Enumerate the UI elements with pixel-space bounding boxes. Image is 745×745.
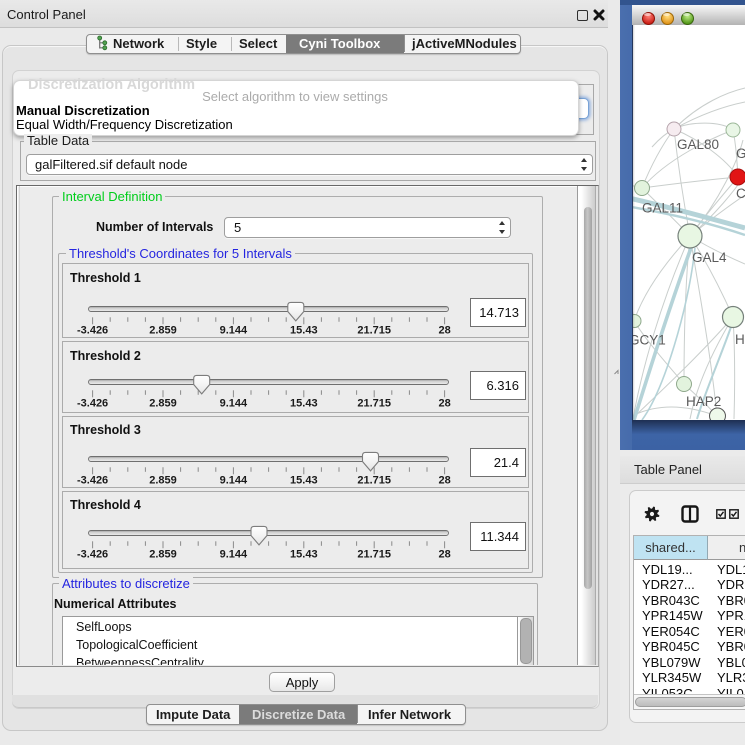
svg-text:2.859: 2.859 [149, 474, 177, 486]
svg-text:2.859: 2.859 [149, 324, 177, 336]
svg-text:2.859: 2.859 [149, 398, 177, 410]
svg-text:GAL80: GAL80 [677, 137, 719, 152]
svg-text:9.144: 9.144 [220, 324, 248, 336]
svg-text:21.715: 21.715 [357, 548, 391, 560]
svg-text:28: 28 [438, 324, 450, 336]
svg-text:HAP2: HAP2 [686, 394, 721, 409]
svg-text:GAL11: GAL11 [642, 201, 683, 216]
svg-text:21.715: 21.715 [357, 398, 391, 410]
svg-text:28: 28 [438, 548, 450, 560]
svg-text:9.144: 9.144 [220, 474, 248, 486]
svg-text:GCY1: GCY1 [632, 333, 666, 348]
svg-text:15.43: 15.43 [290, 324, 318, 336]
svg-text:H: H [735, 332, 745, 347]
svg-text:21.715: 21.715 [357, 324, 391, 336]
svg-text:C: C [736, 186, 745, 201]
svg-text:-3.426: -3.426 [77, 548, 108, 560]
svg-text:21.715: 21.715 [357, 474, 391, 486]
svg-text:15.43: 15.43 [290, 398, 318, 410]
svg-text:9.144: 9.144 [220, 548, 248, 560]
svg-text:2.859: 2.859 [149, 548, 177, 560]
svg-text:15.43: 15.43 [290, 548, 318, 560]
svg-text:-3.426: -3.426 [77, 324, 108, 336]
svg-text:-3.426: -3.426 [77, 398, 108, 410]
svg-text:-3.426: -3.426 [77, 474, 108, 486]
svg-text:15.43: 15.43 [290, 474, 318, 486]
svg-text:GA: GA [736, 146, 745, 161]
svg-text:GAL4: GAL4 [692, 250, 727, 265]
svg-text:28: 28 [438, 474, 450, 486]
svg-text:9.144: 9.144 [220, 398, 248, 410]
svg-text:28: 28 [438, 398, 450, 410]
